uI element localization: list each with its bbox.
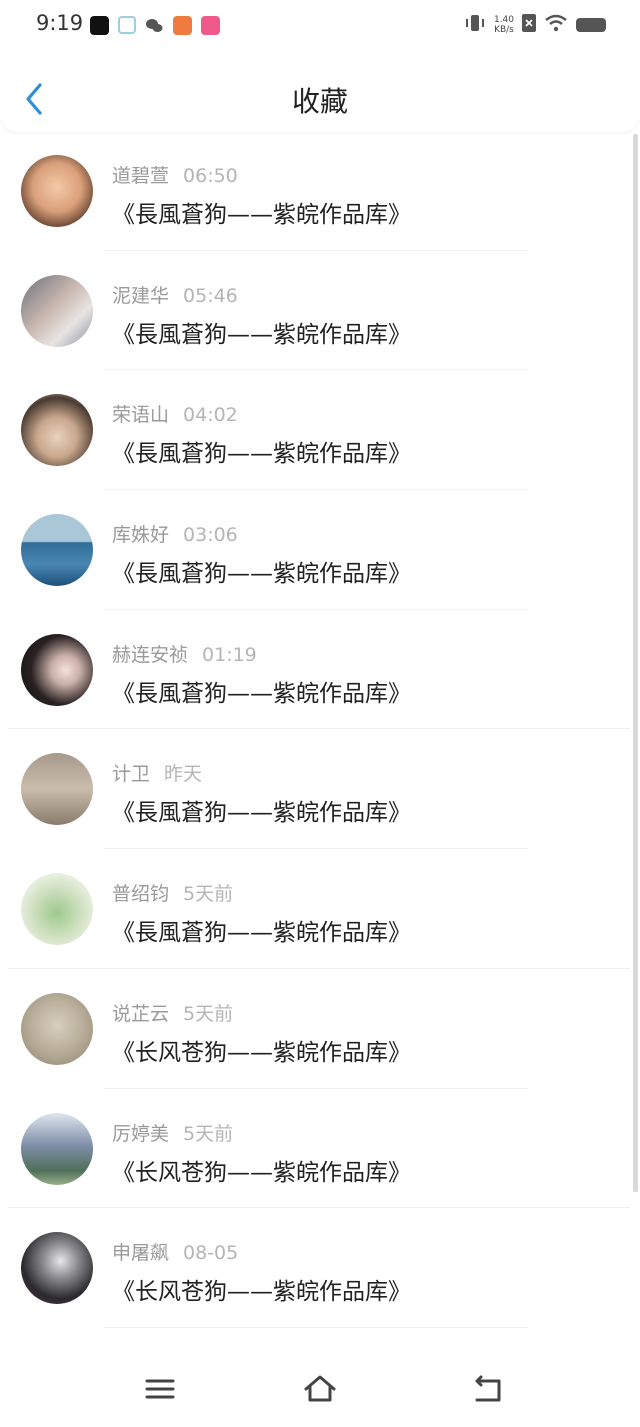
page-title: 收藏 <box>291 85 348 118</box>
avatar <box>21 1232 93 1305</box>
avatar <box>21 873 93 946</box>
system-nav-bar <box>0 1352 640 1427</box>
item-meta: 道碧萱 06:50 <box>112 161 238 188</box>
app-notification-icon <box>201 15 220 35</box>
list-item[interactable]: 说芷云 5天前 《长风苍狗——紫皖作品库》 <box>0 969 640 1089</box>
item-time: 01:19 <box>202 643 257 666</box>
home-icon <box>304 1375 336 1402</box>
user-name: 普绍钧 <box>112 883 170 906</box>
avatar <box>21 394 93 467</box>
system-status: 1.40 KB/s <box>464 13 606 37</box>
vibrate-icon <box>464 13 486 37</box>
app-notification-icon <box>173 15 192 35</box>
speed-unit: KB/s <box>494 25 514 35</box>
menu-button[interactable] <box>143 1372 177 1406</box>
user-name: 道碧萱 <box>112 165 170 187</box>
scrollbar[interactable] <box>633 134 638 1192</box>
avatar <box>21 274 93 347</box>
item-title: 《長風蒼狗——紫皖作品库》 <box>112 561 411 588</box>
avatar <box>21 633 93 706</box>
avatar <box>21 1112 93 1185</box>
list-item[interactable]: 赫连安祯 01:19 《長風蒼狗——紫皖作品库》 <box>0 610 640 730</box>
user-name: 赫连安祯 <box>112 643 189 666</box>
item-time: 5天前 <box>183 883 234 906</box>
item-time: 5天前 <box>183 1122 234 1145</box>
item-time: 08-05 <box>183 1242 239 1265</box>
item-time: 06:50 <box>183 165 238 187</box>
no-sim-icon <box>522 14 536 36</box>
list-item[interactable]: 申屠飙 08-05 《长风苍狗——紫皖作品库》 <box>0 1208 640 1328</box>
app-header: 收藏 <box>0 50 640 132</box>
item-meta: 申屠飙 08-05 <box>112 1238 238 1265</box>
home-button[interactable] <box>303 1372 337 1406</box>
item-title: 《長風蒼狗——紫皖作品库》 <box>112 680 411 707</box>
list-item[interactable]: 计卫 昨天 《長風蒼狗——紫皖作品库》 <box>0 729 640 850</box>
message-notification-icon <box>118 16 136 34</box>
battery-icon <box>576 18 606 32</box>
item-title: 《长风苍狗——紫皖作品库》 <box>112 1159 411 1186</box>
list-item[interactable]: 道碧萱 06:50 《長風蒼狗——紫皖作品库》 <box>0 131 640 251</box>
avatar <box>21 155 93 227</box>
wechat-icon <box>145 16 164 35</box>
back-icon <box>475 1375 501 1402</box>
item-title: 《長風蒼狗——紫皖作品库》 <box>112 920 411 947</box>
user-name: 计卫 <box>112 763 151 786</box>
item-meta: 普绍钧 5天前 <box>112 879 233 906</box>
status-bar: 9:19 1.40 KB/s <box>0 0 640 50</box>
list-item[interactable]: 荣语山 04:02 《長風蒼狗——紫皖作品库》 <box>0 370 640 491</box>
item-time: 5天前 <box>183 1002 234 1025</box>
item-meta: 说芷云 5天前 <box>112 999 233 1026</box>
list-item[interactable]: 普绍钧 5天前 《長風蒼狗——紫皖作品库》 <box>0 849 640 969</box>
item-meta: 荣语山 04:02 <box>112 400 238 427</box>
app-notification-icon <box>90 15 109 35</box>
item-time: 04:02 <box>183 404 238 427</box>
user-name: 说芷云 <box>112 1002 170 1025</box>
item-title: 《长风苍狗——紫皖作品库》 <box>112 1039 411 1066</box>
list-item[interactable]: 库姝好 03:06 《長風蒼狗——紫皖作品库》 <box>0 490 640 610</box>
wifi-icon <box>544 14 568 36</box>
avatar <box>21 514 93 587</box>
divider <box>104 1326 528 1328</box>
list-item[interactable]: 厉婷美 5天前 《长风苍狗——紫皖作品库》 <box>0 1089 640 1209</box>
item-meta: 泥建华 05:46 <box>112 281 238 308</box>
item-title: 《長風蒼狗——紫皖作品库》 <box>112 441 411 468</box>
user-name: 荣语山 <box>112 404 170 427</box>
user-name: 申屠飙 <box>112 1242 170 1265</box>
item-meta: 计卫 昨天 <box>112 759 202 786</box>
status-time: 9:19 <box>36 11 84 35</box>
item-meta: 赫连安祯 01:19 <box>112 640 257 667</box>
list-item[interactable]: 泥建华 05:46 《長風蒼狗——紫皖作品库》 <box>0 251 640 371</box>
item-title: 《長風蒼狗——紫皖作品库》 <box>112 800 411 827</box>
favorites-list: 道碧萱 06:50 《長風蒼狗——紫皖作品库》 泥建华 05:46 《長風蒼狗——紫… <box>0 131 640 1328</box>
avatar <box>21 753 93 826</box>
user-name: 泥建华 <box>112 284 170 307</box>
speed-value: 1.40 <box>493 15 514 25</box>
item-time: 昨天 <box>164 763 203 786</box>
network-speed: 1.40 KB/s <box>494 15 514 35</box>
item-meta: 库姝好 03:06 <box>112 520 238 547</box>
item-time: 03:06 <box>183 524 238 547</box>
notification-icons <box>90 15 220 35</box>
item-time: 05:46 <box>183 284 238 307</box>
menu-icon <box>145 1379 175 1399</box>
item-meta: 厉婷美 5天前 <box>112 1119 233 1146</box>
user-name: 库姝好 <box>112 524 170 547</box>
avatar <box>21 992 93 1065</box>
item-title: 《長風蒼狗——紫皖作品库》 <box>112 202 411 228</box>
user-name: 厉婷美 <box>112 1122 170 1145</box>
back-nav-button[interactable] <box>471 1372 505 1406</box>
item-title: 《長風蒼狗——紫皖作品库》 <box>112 321 411 348</box>
item-title: 《长风苍狗——紫皖作品库》 <box>112 1279 411 1306</box>
